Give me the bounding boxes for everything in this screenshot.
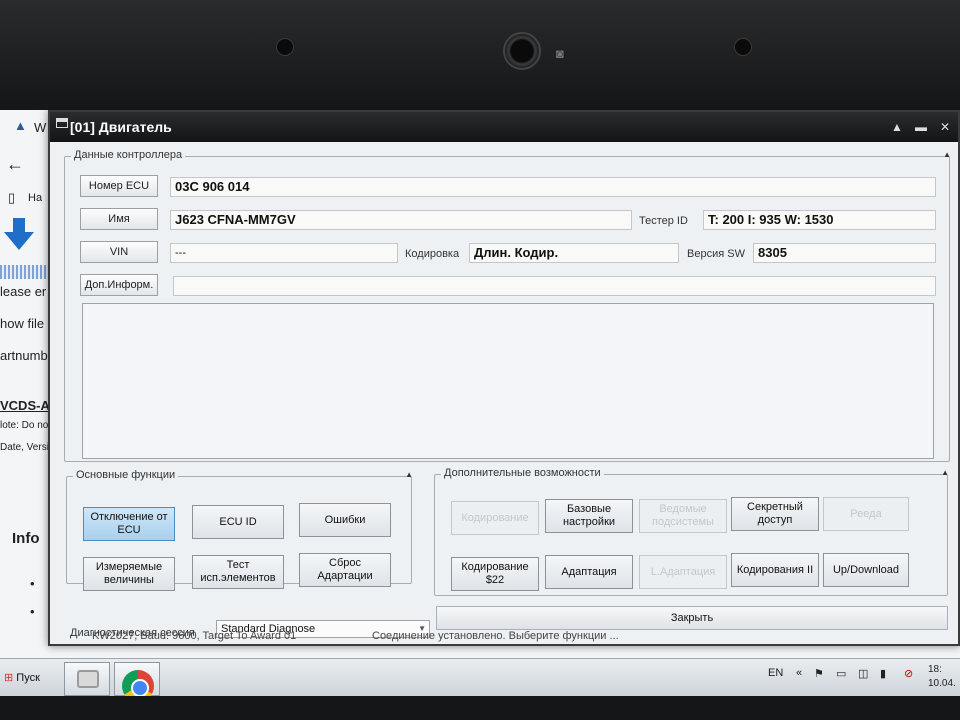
download-arrow-icon <box>4 218 34 254</box>
reset-adaptation-button[interactable]: Сброс Адартации <box>299 553 391 587</box>
windows-logo-icon: ⊞ <box>4 672 14 684</box>
name-field: J623 CFNA-MM7GV <box>170 210 632 230</box>
bezel-sensor <box>276 38 294 56</box>
status-left: KW2027, Baud: 9600, Target To Award 01 <box>92 630 297 642</box>
taskbar-vcds-app[interactable] <box>64 662 110 696</box>
extra-functions-group: Дополнительные возможности ▲ Кодирование… <box>434 467 949 596</box>
bg-heading: Info <box>12 530 40 547</box>
collapse-icon[interactable]: ▲ <box>941 468 949 477</box>
bg-text-line: lease er <box>0 284 47 299</box>
system-menu-icon[interactable] <box>56 118 68 128</box>
coding-label: Кодировка <box>405 248 460 260</box>
basic-functions-group: Основные функции ▲ Отключение от ECU ECU… <box>66 469 413 591</box>
coding-22-button[interactable]: Кодирование $22 <box>451 557 539 591</box>
controller-data-group: Данные контроллера ▲ Номер ECU 03C 906 0… <box>64 149 951 462</box>
bezel-sensor <box>734 38 752 56</box>
background-content: ▲ W ← ▯ Ha lease er how file artnumb VCD… <box>0 110 58 658</box>
ecu-number-label: Номер ECU <box>80 175 158 197</box>
collapse-icon[interactable]: ▲ <box>405 470 413 479</box>
vin-label: VIN <box>80 241 158 263</box>
module-dialog: [01] Двигатель ▲ ▬ ✕ Данные контроллера … <box>48 110 960 646</box>
name-label: Имя <box>80 208 158 230</box>
bottom-bezel <box>0 696 960 720</box>
vcds-icon <box>77 670 99 688</box>
tray-expand-icon[interactable]: « <box>796 667 802 679</box>
info-memo[interactable] <box>82 303 934 459</box>
bg-bullet: • <box>30 576 35 591</box>
screen: ▲ W ← ▯ Ha lease er how file artnumb VCD… <box>0 110 960 696</box>
start-label: Пуск <box>16 672 40 684</box>
clock[interactable]: 18: 10.04. <box>928 663 956 691</box>
bg-tab-fragment: Ha <box>28 192 43 204</box>
bg-app-icon: ▲ <box>14 118 27 133</box>
up-download-button[interactable]: Up/Download <box>823 553 909 587</box>
scroll-up-icon[interactable]: ▲ <box>888 120 906 136</box>
group-label: Основные функции <box>73 469 179 481</box>
minimize-icon[interactable]: ▬ <box>912 120 930 136</box>
group-label: Дополнительные возможности <box>441 467 604 479</box>
bg-text-line: how file <box>0 316 45 331</box>
back-arrow-icon[interactable]: ← <box>6 154 24 175</box>
long-adaptation-button[interactable]: L.Адаптация <box>639 555 727 589</box>
coding-ii-button[interactable]: Кодирования II <box>731 553 819 587</box>
page-icon: ▯ <box>8 190 16 205</box>
coding-button[interactable]: Кодирование <box>451 501 539 535</box>
start-button[interactable]: ⊞ Пуск <box>0 665 52 691</box>
tester-id-field: T: 200 I: 935 W: 1530 <box>703 210 936 230</box>
basic-settings-button[interactable]: Базовые настройки <box>545 499 633 533</box>
clock-time: 18: <box>928 664 942 675</box>
network-icon[interactable]: ▮ <box>880 667 886 680</box>
ecu-id-button[interactable]: ECU ID <box>192 505 284 539</box>
language-indicator[interactable]: EN <box>768 667 783 679</box>
faults-button[interactable]: Ошибки <box>299 503 391 537</box>
security-access-button[interactable]: Секретный доступ <box>731 497 819 531</box>
extra-info-label: Доп.Информ. <box>80 274 158 296</box>
coding-field: Длин. Кодир. <box>469 243 679 263</box>
vin-field: --- <box>170 243 398 263</box>
bg-text-line: lote: Do no <box>0 420 49 431</box>
flag-icon[interactable]: ⚑ <box>814 667 824 680</box>
disconnect-ecu-button[interactable]: Отключение от ECU <box>83 507 175 541</box>
bg-text-line: artnumb <box>0 348 48 363</box>
close-icon[interactable]: ✕ <box>936 120 954 136</box>
dialog-titlebar[interactable]: [01] Двигатель ▲ ▬ ✕ <box>50 112 958 142</box>
volume-muted-icon[interactable]: ⊘ <box>904 667 913 680</box>
output-test-button[interactable]: Тест исп.элементов <box>192 555 284 589</box>
measured-values-button[interactable]: Измеряемые величины <box>83 557 175 591</box>
adaptation-button[interactable]: Адаптация <box>545 555 633 589</box>
dialog-title: [01] Двигатель <box>70 119 172 135</box>
sw-version-label: Версия SW <box>687 248 745 260</box>
bg-bullet: • <box>30 604 35 619</box>
extra-info-field <box>173 276 936 296</box>
webcam <box>503 32 541 70</box>
camera-icon: ◙ <box>556 46 564 61</box>
bg-progress-stripe <box>0 265 48 279</box>
tester-id-label: Тестер ID <box>639 215 688 227</box>
sw-version-field: 8305 <box>753 243 936 263</box>
group-label: Данные контроллера <box>71 149 186 161</box>
close-button[interactable]: Закрыть <box>436 606 948 630</box>
ecu-number-field: 03C 906 014 <box>170 177 936 197</box>
subsystems-button[interactable]: Ведомые подсистемы <box>639 499 727 533</box>
bg-title-fragment: W <box>34 120 47 135</box>
tray-icon[interactable]: ▭ <box>836 667 846 680</box>
clock-date: 10.04. <box>928 678 956 689</box>
readiness-button[interactable]: Рееда <box>823 497 909 531</box>
status-right: Соединение установлено. Выберите функции… <box>372 630 619 642</box>
tray-icon[interactable]: ◫ <box>858 667 868 680</box>
collapse-icon[interactable]: ▲ <box>943 150 951 159</box>
chrome-icon <box>122 670 154 696</box>
bg-text-line: Date, Versio <box>0 442 55 453</box>
